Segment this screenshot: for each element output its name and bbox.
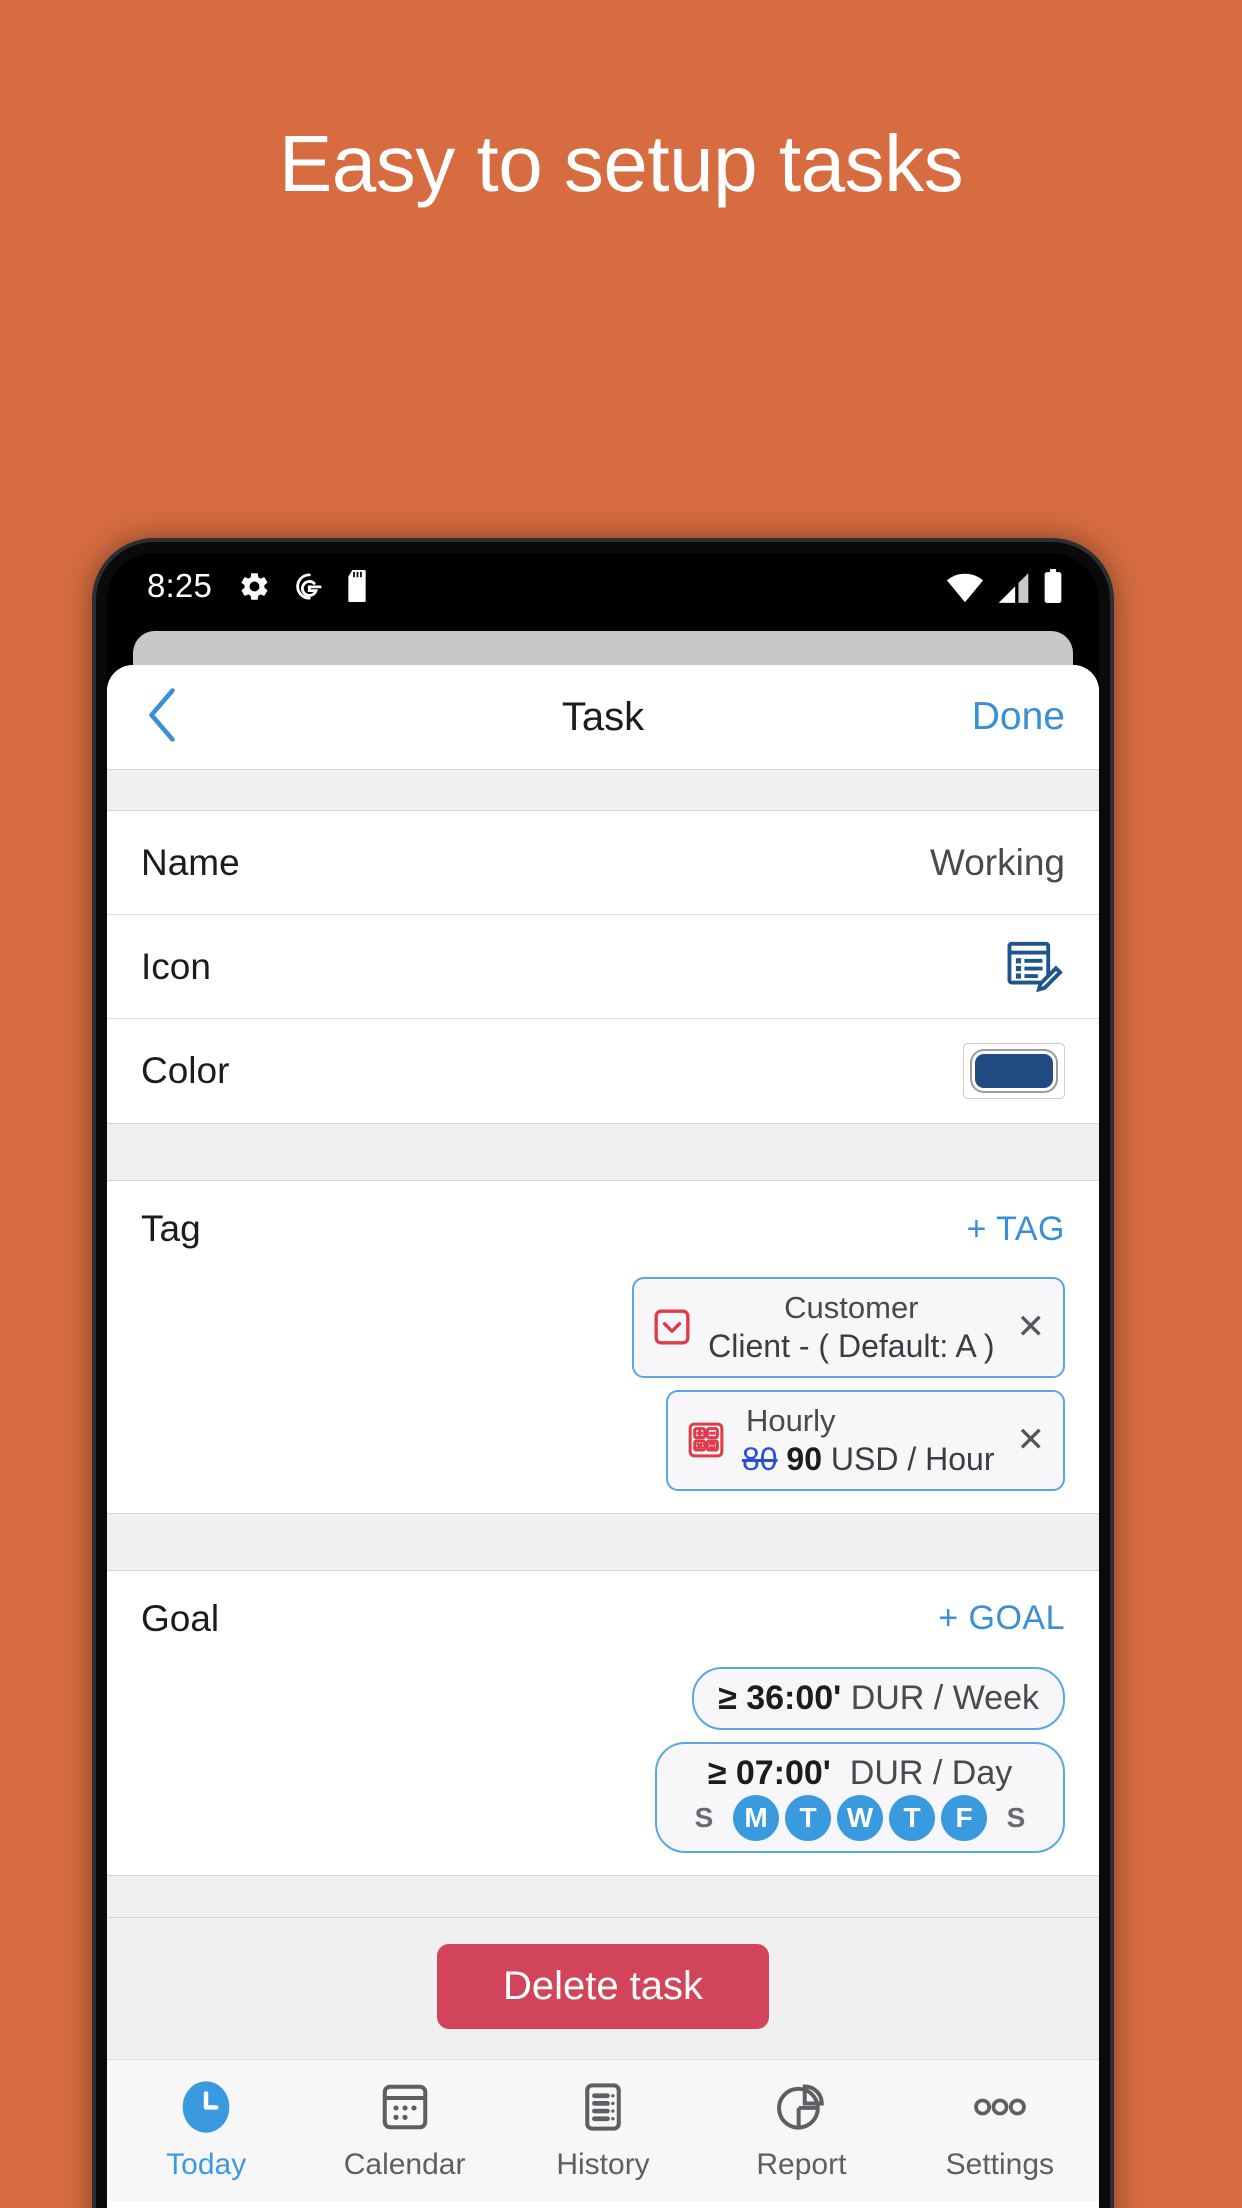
tab-history[interactable]: History (504, 2078, 702, 2182)
goal-chip-week-line: ≥ 36:00' DUR / Week (718, 1679, 1039, 1718)
add-tag-button[interactable]: + TAG (966, 1210, 1065, 1249)
section-divider-goal (107, 1512, 1099, 1571)
row-name-label: Name (141, 841, 240, 883)
basic-fields-list: Name Working Icon Color (107, 811, 1099, 1123)
cellular-signal-icon (997, 573, 1030, 603)
tag-chip-list: Customer Client - ( Default: A ) ✕ Hourl… (141, 1277, 1065, 1513)
goal-chip-week-amount: 36:00' (746, 1678, 842, 1717)
status-bar: 8:25 (107, 553, 1099, 619)
section-divider-tag (107, 1123, 1099, 1181)
goal-chip-week-operator: ≥ (718, 1678, 737, 1717)
row-name[interactable]: Name Working (107, 811, 1099, 915)
calendar-icon (378, 2078, 432, 2136)
nav-bar: Task Done (107, 665, 1099, 769)
row-color[interactable]: Color (107, 1019, 1099, 1123)
tag-section: Tag + TAG Customer Client - (Default: A… (107, 1181, 1099, 1513)
delete-task-button[interactable]: Delete task (436, 1943, 770, 2029)
list-doc-icon (576, 2078, 630, 2136)
row-color-label: Color (141, 1050, 230, 1091)
tab-calendar-label: Calendar (343, 2148, 466, 2182)
note-edit-icon (1003, 936, 1065, 998)
tab-today[interactable]: Today (107, 2078, 305, 2182)
tag-chip-hourly-old-value: 80 (741, 1440, 778, 1477)
tag-chip-hourly-line2: 80 90 USD / Hour (742, 1440, 995, 1479)
battery-icon (1043, 569, 1063, 603)
tag-chip-customer-body: Customer Client - ( Default: A ) (708, 1289, 994, 1366)
google-g-icon (293, 571, 324, 602)
goal-chip-list: ≥ 36:00' DUR / Week ≥ 07:00' DUR / Day S… (141, 1666, 1065, 1875)
close-icon[interactable]: ✕ (1017, 1307, 1046, 1347)
status-bar-right-icons (946, 569, 1063, 603)
tab-report-label: Report (756, 2148, 847, 2182)
tag-chip-hourly-line1: Hourly (745, 1402, 836, 1438)
status-bar-left-icons (238, 570, 372, 603)
row-icon[interactable]: Icon (107, 915, 1099, 1019)
tag-chip-customer-line1: Customer (784, 1290, 919, 1325)
checkbox-dropdown-icon (652, 1307, 692, 1347)
done-button[interactable]: Done (972, 695, 1065, 739)
clock-icon (178, 2078, 234, 2136)
tag-chip-hourly-unit: USD / Hour (830, 1440, 995, 1477)
tag-section-title: Tag (141, 1208, 201, 1249)
weekday-sat[interactable]: S (993, 1795, 1039, 1841)
weekday-mon[interactable]: M (733, 1794, 779, 1841)
tab-report[interactable]: Report (702, 2078, 900, 2182)
delete-section: Delete task (107, 1916, 1099, 2059)
chevron-left-icon[interactable] (141, 685, 211, 750)
status-bar-time: 8:25 (147, 567, 213, 604)
task-sheet: Task Done Name Working Icon Color Tag + … (107, 665, 1099, 2208)
goal-chip-day[interactable]: ≥ 07:00' DUR / Day S M T W T F S (655, 1741, 1065, 1853)
goal-section-header: Goal + GOAL (141, 1571, 1065, 1667)
close-icon[interactable]: ✕ (1017, 1420, 1046, 1460)
tag-section-header: Tag + TAG (141, 1181, 1065, 1277)
add-goal-button[interactable]: + GOAL (938, 1599, 1065, 1638)
more-dots-icon (971, 2078, 1029, 2136)
bottom-tab-bar: Today Calendar History Report Settings (107, 2058, 1099, 2201)
tab-settings[interactable]: Settings (901, 2078, 1099, 2182)
tab-calendar[interactable]: Calendar (305, 2078, 503, 2182)
tag-chip-hourly[interactable]: Hourly 80 90 USD / Hour ✕ (665, 1389, 1065, 1491)
section-divider-top (107, 769, 1099, 811)
phone-mockup: 8:25 Task Done Name Working Icon Color T… (96, 542, 1110, 2208)
goal-section-title: Goal (141, 1597, 220, 1639)
goal-chip-day-operator: ≥ (707, 1753, 727, 1792)
goal-chip-day-line: ≥ 07:00' DUR / Day (708, 1754, 1013, 1793)
color-swatch (972, 1051, 1056, 1091)
goal-chip-day-amount: 07:00' (735, 1753, 831, 1792)
goal-chip-day-unit: DUR / Day (849, 1753, 1013, 1792)
gear-icon (238, 570, 271, 603)
wifi-icon (946, 573, 984, 603)
tab-today-label: Today (166, 2148, 247, 2182)
pie-chart-icon (773, 2078, 829, 2136)
weekday-tue[interactable]: T (785, 1794, 831, 1841)
weekday-thu[interactable]: T (889, 1794, 935, 1841)
color-swatch-button[interactable] (963, 1043, 1065, 1099)
tag-chip-customer[interactable]: Customer Client - ( Default: A ) ✕ (632, 1277, 1065, 1378)
app-screen: Task Done Name Working Icon Color Tag + … (107, 619, 1099, 2208)
section-divider-delete (107, 1874, 1099, 1917)
goal-chip-week[interactable]: ≥ 36:00' DUR / Week (692, 1666, 1065, 1730)
weekday-sun[interactable]: S (681, 1795, 727, 1841)
sd-card-icon (346, 570, 372, 602)
tag-chip-hourly-new-value: 90 (786, 1440, 823, 1477)
tag-chip-customer-line2: Client - ( Default: A ) (708, 1327, 995, 1364)
goal-chip-week-unit: DUR / Week (850, 1678, 1039, 1717)
weekday-fri[interactable]: F (941, 1794, 987, 1841)
goal-section: Goal + GOAL ≥ 36:00' DUR / Week ≥ 07:00'… (107, 1570, 1099, 1875)
page-title: Easy to setup tasks (278, 119, 964, 208)
row-icon-label: Icon (141, 945, 211, 987)
calculator-icon (686, 1420, 726, 1460)
tag-chip-hourly-body: Hourly 80 90 USD / Hour (742, 1402, 995, 1479)
tab-settings-label: Settings (945, 2148, 1055, 2182)
goal-chip-day-weekday-picker: S M T W T F S (681, 1794, 1039, 1841)
nav-title: Task (561, 694, 645, 739)
phone-screen: 8:25 Task Done Name Working Icon Color T… (107, 553, 1099, 2208)
row-name-value: Working (929, 841, 1065, 883)
tab-history-label: History (556, 2148, 650, 2182)
weekday-wed[interactable]: W (837, 1794, 883, 1841)
